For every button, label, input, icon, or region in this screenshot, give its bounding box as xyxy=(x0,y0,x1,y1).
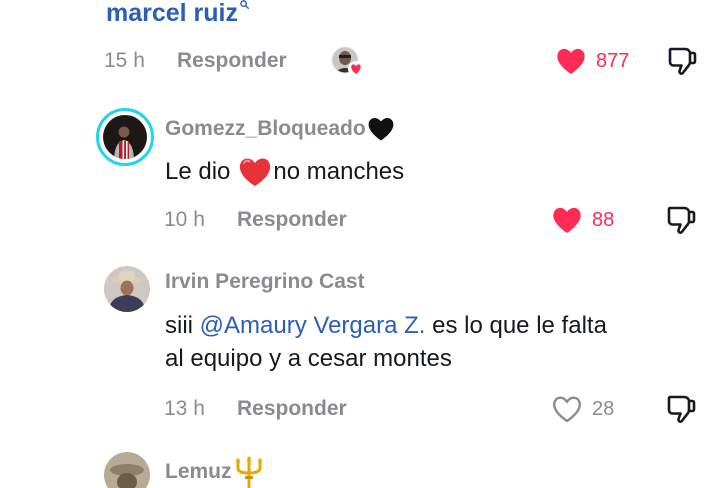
red-heart-emoji-icon xyxy=(240,158,271,186)
search-icon xyxy=(240,0,250,9)
username[interactable]: Gomezz_Bloqueado xyxy=(165,117,366,141)
comment-text-line2: al equipo y a cesar montes xyxy=(165,345,452,372)
like-button[interactable]: 28 xyxy=(551,394,614,424)
like-button[interactable]: 88 xyxy=(551,205,614,235)
comment-text-part: no manches xyxy=(273,158,405,185)
reply-button[interactable]: Responder xyxy=(177,49,287,73)
dislike-button[interactable] xyxy=(665,393,697,425)
like-count: 28 xyxy=(592,397,615,420)
comment-time: 10 h xyxy=(164,208,205,231)
comment-header: Lemuz xyxy=(165,456,264,488)
mention-name[interactable]: marcel ruiz xyxy=(106,0,238,26)
comment-text-rest: es lo que le falta xyxy=(432,312,607,339)
username[interactable]: Irvin Peregrino Cast xyxy=(165,270,365,294)
top-mention-link[interactable]: marcel ruiz xyxy=(106,0,250,26)
heart-filled-icon xyxy=(553,207,581,233)
thumbs-down-icon xyxy=(667,206,696,234)
dislike-button[interactable] xyxy=(666,45,698,77)
like-count: 877 xyxy=(596,49,630,72)
reply-button[interactable]: Responder xyxy=(237,397,347,421)
user-avatar-image xyxy=(96,108,154,166)
black-heart-icon xyxy=(368,117,394,141)
comment-text: siii @Amaury Vergara Z. es lo que le fal… xyxy=(165,308,607,344)
reply-button[interactable]: Responder xyxy=(237,208,347,232)
heart-filled-icon xyxy=(557,48,585,74)
creator-liked-badge xyxy=(331,46,365,78)
avatar[interactable] xyxy=(104,266,150,312)
like-button[interactable]: 877 xyxy=(555,46,629,76)
mini-heart-icon xyxy=(348,61,364,77)
comment-time: 13 h xyxy=(164,397,205,420)
comment-time: 15 h xyxy=(104,49,145,72)
thumbs-down-icon xyxy=(667,395,696,423)
mention-link[interactable]: @Amaury Vergara Z. xyxy=(200,312,426,339)
comment-text-part: Le dio xyxy=(165,158,231,185)
user-avatar-image xyxy=(104,452,150,488)
creator-avatar xyxy=(331,46,364,77)
avatar[interactable] xyxy=(104,452,150,488)
heart-outline-icon xyxy=(553,396,581,423)
comment-text: Le dio no manches xyxy=(165,154,404,190)
like-count: 88 xyxy=(592,208,615,231)
trident-icon xyxy=(235,456,263,488)
user-avatar-image xyxy=(104,266,150,312)
thumbs-down-icon xyxy=(668,47,697,75)
comment-header: Gomezz_Bloqueado xyxy=(165,116,395,142)
username[interactable]: Lemuz xyxy=(165,460,232,484)
dislike-button[interactable] xyxy=(665,204,697,236)
comment-text-prefix: siii xyxy=(165,312,193,339)
avatar[interactable] xyxy=(96,108,154,166)
